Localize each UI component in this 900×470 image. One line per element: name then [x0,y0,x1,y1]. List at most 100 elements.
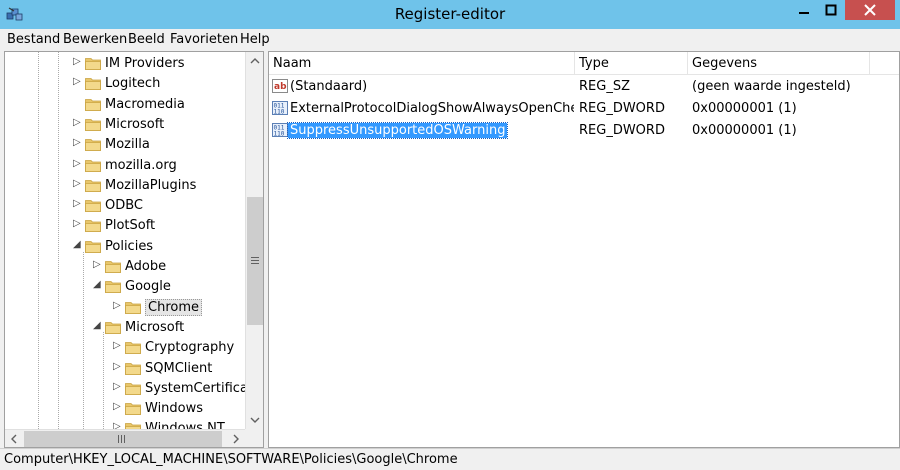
value-row[interactable]: 011 110 SuppressUnsupportedOSWarning REG_DW… [269,121,899,142]
maximize-button[interactable] [818,0,844,20]
expand-arrow-icon[interactable]: ▷ [73,56,83,67]
svg-text:110: 110 [274,109,285,116]
minimize-icon [799,12,809,14]
tree-item[interactable]: ▷ Adobe [5,257,245,277]
column-name-label: Naam [273,56,312,71]
tree-item[interactable]: ▷ IM Providers [5,54,245,74]
tree-item[interactable]: ▷ MozillaPlugins [5,176,245,196]
collapse-arrow-icon[interactable]: ◢ [93,279,103,290]
column-type-label: Type [579,56,609,71]
tree-item-label: Chrome [145,298,202,316]
expand-arrow-icon[interactable]: ▷ [113,340,123,351]
tree-item-label: mozilla.org [105,157,177,173]
tree-item-label: Cryptography [145,340,235,356]
collapse-arrow-icon[interactable]: ◢ [93,320,103,331]
chevron-up-icon [250,58,260,64]
menu-file[interactable]: Bestand [7,32,60,47]
tree-item-label: SQMClient [145,360,213,376]
value-row[interactable]: ab (Standaard) REG_SZ (geen waarde ingestel… [269,77,899,98]
tree-item-label: IM Providers [105,56,185,71]
tree-item[interactable]: ▷ Logitech [5,74,245,94]
scroll-left-button[interactable] [5,430,23,447]
folder-icon [105,320,121,334]
scroll-down-button[interactable] [246,411,263,429]
tree-item[interactable]: ▷ PlotSoft [5,216,245,236]
scroll-thumb[interactable] [247,197,263,325]
tree-vertical-scrollbar[interactable] [245,52,263,429]
tree-item[interactable]: ◢ Policies [5,237,245,257]
tree-item[interactable]: ▷ Cryptography [5,338,245,358]
scrollbar-corner [245,429,263,447]
tree-item[interactable]: ▷ Chrome [5,298,245,318]
expand-arrow-icon[interactable]: ▷ [113,361,123,372]
tree-item-label: Windows [145,401,204,417]
collapse-arrow-icon[interactable]: ◢ [73,239,83,250]
expand-arrow-icon[interactable]: ▷ [113,300,123,311]
folder-icon [85,137,101,152]
maximize-icon [825,4,837,16]
expand-arrow-icon[interactable]: ▷ [73,158,83,169]
folder-icon [85,56,101,70]
value-name: SuppressUnsupportedOSWarning [286,122,509,139]
expand-arrow-icon[interactable]: ▷ [73,117,83,128]
folder-icon [125,300,141,314]
tree-item[interactable]: Macromedia [5,95,245,115]
column-header-name[interactable]: Naam [269,52,575,75]
folder-icon [105,279,121,294]
title-bar: Register-editor [0,0,900,29]
expand-arrow-icon[interactable]: ▷ [73,218,83,229]
menu-bar: Bestand Bewerken Beeld Favorieten Help [0,29,900,51]
tree-item[interactable]: ▷ Microsoft [5,115,245,135]
expand-arrow-icon[interactable]: ▷ [113,401,123,412]
scroll-right-button[interactable] [227,430,245,447]
minimize-button[interactable] [791,0,817,20]
value-name: ExternalProtocolDialogShowAlwaysOpenChec… [290,101,574,116]
tree-item[interactable]: ▷ Windows [5,399,245,419]
column-header-data[interactable]: Gegevens [688,52,870,75]
tree-item[interactable]: ▷ mozilla.org [5,156,245,176]
folder-icon [125,381,141,395]
value-row[interactable]: 011 110 ExternalProtocolDialogShowAlwaysOp… [269,99,899,120]
menu-edit[interactable]: Bewerken [63,32,127,47]
tree-item-label: Logitech [105,76,161,92]
tree-item[interactable]: ▷ SQMClient [5,359,245,379]
expand-arrow-icon[interactable]: ▷ [73,198,83,209]
tree-item-label: Mozilla [105,137,150,153]
key-tree[interactable]: ▷ IM Providers ▷ Logitech Macromedia ▷ Microso… [4,51,264,448]
column-header-type[interactable]: Type [575,52,688,75]
expand-arrow-icon[interactable]: ▷ [73,178,83,189]
folder-icon [125,401,141,415]
tree-item[interactable]: ◢ Google [5,277,245,297]
column-data-label: Gegevens [692,56,758,71]
tree-horizontal-scrollbar[interactable] [5,429,245,447]
folder-icon [85,178,101,192]
tree-item[interactable]: ▷ SystemCertificates [5,379,263,399]
tree-item-label: Microsoft [105,116,165,132]
folder-icon [105,259,121,273]
tree-item-label: Google [125,279,171,295]
column-header-filler [870,52,899,75]
close-button[interactable] [845,0,895,20]
menu-favorites[interactable]: Favorieten [170,32,238,47]
expand-arrow-icon[interactable]: ▷ [93,259,103,270]
string-value-icon: ab [272,78,288,94]
chevron-down-icon [250,417,260,423]
scroll-thumb[interactable] [24,431,222,447]
tree-item-label: PlotSoft [105,218,156,234]
expand-arrow-icon[interactable]: ▷ [113,381,123,392]
tree-item[interactable]: ▷ Mozilla [5,135,245,155]
folder-icon [85,158,101,172]
scroll-up-button[interactable] [246,52,263,70]
folder-icon [85,76,101,91]
menu-view[interactable]: Beeld [128,32,165,47]
value-type: REG_SZ [579,79,630,94]
values-list[interactable]: Naam Type Gegevens ab (Standaard) REG_SZ (g… [268,51,900,448]
tree-item-label: Microsoft [125,319,185,335]
value-type: REG_DWORD [579,101,665,116]
tree-item[interactable]: ◢ Microsoft [5,318,245,338]
value-data: 0x00000001 (1) [692,101,797,116]
tree-item[interactable]: ▷ ODBC [5,196,245,216]
expand-arrow-icon[interactable]: ▷ [73,76,83,87]
menu-help[interactable]: Help [240,32,270,47]
expand-arrow-icon[interactable]: ▷ [73,137,83,148]
